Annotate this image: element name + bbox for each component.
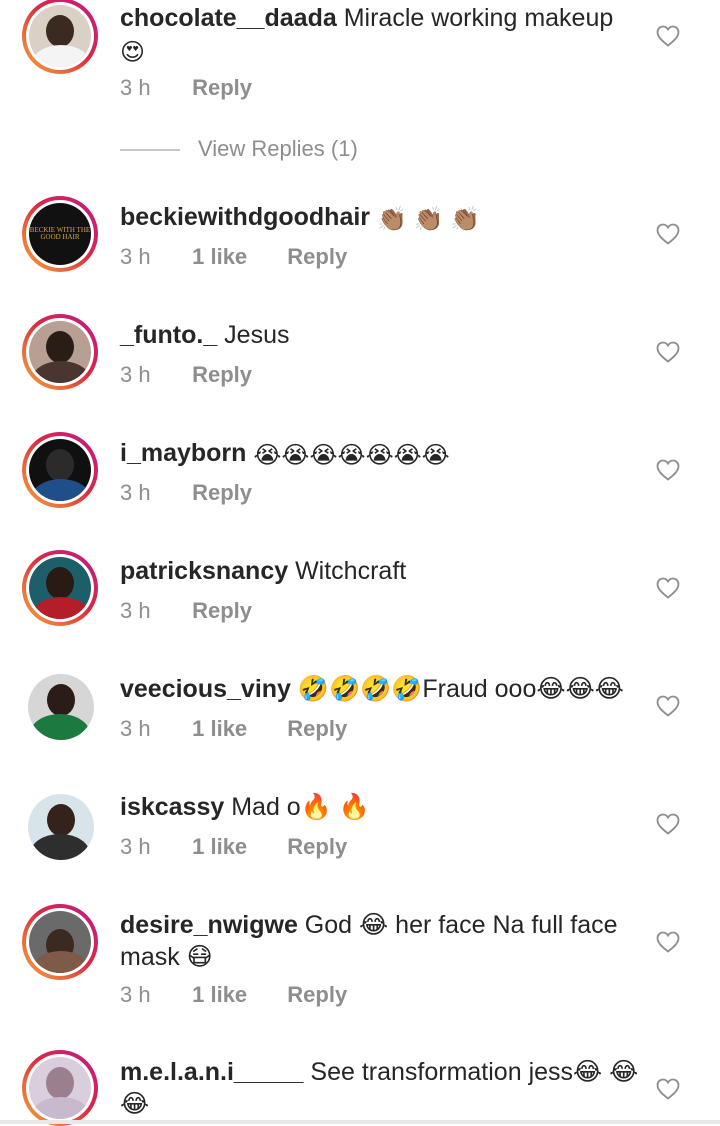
- heart-icon[interactable]: [656, 931, 680, 953]
- comment-text: Mad o🔥 🔥: [224, 793, 370, 821]
- avatar[interactable]: [28, 794, 94, 860]
- comment-text: Jesus: [217, 321, 290, 349]
- like-count[interactable]: 1 like: [192, 834, 247, 860]
- reply-button[interactable]: Reply: [192, 75, 252, 101]
- bottom-divider: [0, 1120, 720, 1124]
- heart-eyes-emoji: 😍: [120, 39, 146, 66]
- comment-timestamp: 3 h: [120, 834, 151, 859]
- comment-username[interactable]: _funto._: [120, 321, 217, 349]
- reply-button[interactable]: Reply: [192, 362, 252, 388]
- reply-button[interactable]: Reply: [287, 834, 347, 860]
- comment-timestamp: 3 h: [120, 982, 151, 1007]
- avatar[interactable]: [28, 674, 94, 740]
- avatar-story-ring[interactable]: [22, 0, 98, 74]
- avatar[interactable]: [29, 1057, 91, 1119]
- heart-icon[interactable]: [656, 813, 680, 835]
- avatar-frame[interactable]: [28, 674, 94, 740]
- avatar-story-ring[interactable]: [22, 1050, 98, 1126]
- crying-emoji: 😭😭😭😭😭😭😭: [253, 442, 450, 469]
- avatar[interactable]: [29, 321, 91, 383]
- comment-item: BECKIE WITH THE GOOD HAIR beckiewithdgoo…: [0, 196, 720, 306]
- reply-button[interactable]: Reply: [192, 598, 252, 624]
- avatar[interactable]: [29, 557, 91, 619]
- comment-timestamp: 3 h: [120, 716, 151, 741]
- comment-text: Miracle working makeup: [336, 4, 614, 32]
- heart-icon[interactable]: [656, 1078, 680, 1100]
- comment-item: patricksnancy Witchcraft 3 h Reply: [0, 550, 720, 660]
- reply-button[interactable]: Reply: [287, 716, 347, 742]
- comment-timestamp: 3 h: [120, 244, 151, 269]
- beckie-logo: BECKIE WITH THE GOOD HAIR: [29, 203, 91, 265]
- comment-username[interactable]: patricksnancy: [120, 557, 288, 585]
- heart-icon[interactable]: [656, 459, 680, 481]
- reply-button[interactable]: Reply: [287, 244, 347, 270]
- comment-item: chocolate__daada Miracle working makeup …: [0, 0, 720, 130]
- comment-item: _funto._ Jesus 3 h Reply: [0, 314, 720, 424]
- heart-icon[interactable]: [656, 341, 680, 363]
- comment-timestamp: 3 h: [120, 598, 151, 623]
- avatar-story-ring[interactable]: [22, 550, 98, 626]
- comment-text: Witchcraft: [288, 557, 407, 585]
- avatar-story-ring[interactable]: BECKIE WITH THE GOOD HAIR: [22, 196, 98, 272]
- clapping-emoji: 👏🏽 👏🏽 👏🏽: [376, 206, 480, 233]
- heart-icon[interactable]: [656, 25, 680, 47]
- comment-username[interactable]: desire_nwigwe: [120, 911, 298, 939]
- comment-username[interactable]: chocolate__daada: [120, 4, 337, 32]
- like-count[interactable]: 1 like: [192, 716, 247, 742]
- reply-button[interactable]: Reply: [192, 480, 252, 506]
- comment-item: veecious_viny 🤣🤣🤣🤣Fraud ooo😂😂😂 3 h 1 lik…: [0, 668, 720, 778]
- avatar[interactable]: [29, 439, 91, 501]
- avatar-frame[interactable]: [28, 794, 94, 860]
- heart-icon[interactable]: [656, 223, 680, 245]
- comment-timestamp: 3 h: [120, 75, 151, 100]
- view-replies-label[interactable]: View Replies (1): [198, 136, 358, 161]
- avatar[interactable]: [29, 5, 91, 67]
- reply-button[interactable]: Reply: [287, 982, 347, 1008]
- comment-text: [370, 203, 377, 231]
- replies-divider-line: [120, 149, 180, 152]
- view-replies-button[interactable]: View Replies (1): [120, 136, 358, 166]
- comment-username[interactable]: i_mayborn: [120, 439, 246, 467]
- comment-username[interactable]: m.e.l.a.n.i_____: [120, 1058, 303, 1086]
- comment-username[interactable]: beckiewithdgoodhair: [120, 203, 370, 231]
- comment-item: m.e.l.a.n.i_____ See transformation jess…: [0, 1050, 720, 1126]
- comment-text: 🤣🤣🤣🤣Fraud ooo😂😂😂: [290, 675, 624, 703]
- comment-username[interactable]: iskcassy: [120, 793, 224, 821]
- comment-text: [246, 439, 253, 467]
- comment-timestamp: 3 h: [120, 480, 151, 505]
- like-count[interactable]: 1 like: [192, 244, 247, 270]
- comment-item: desire_nwigwe God 😂 her face Na full fac…: [0, 904, 720, 1034]
- comment-item: i_mayborn 😭😭😭😭😭😭😭 3 h Reply: [0, 432, 720, 542]
- heart-icon[interactable]: [656, 695, 680, 717]
- avatar-story-ring[interactable]: [22, 314, 98, 390]
- like-count[interactable]: 1 like: [192, 982, 247, 1008]
- avatar-story-ring[interactable]: [22, 432, 98, 508]
- comment-username[interactable]: veecious_viny: [120, 675, 291, 703]
- avatar-story-ring[interactable]: [22, 904, 98, 980]
- avatar[interactable]: BECKIE WITH THE GOOD HAIR: [29, 203, 91, 265]
- avatar[interactable]: [29, 911, 91, 973]
- heart-icon[interactable]: [656, 577, 680, 599]
- comment-timestamp: 3 h: [120, 362, 151, 387]
- comment-item: iskcassy Mad o🔥 🔥 3 h 1 like Reply: [0, 786, 720, 896]
